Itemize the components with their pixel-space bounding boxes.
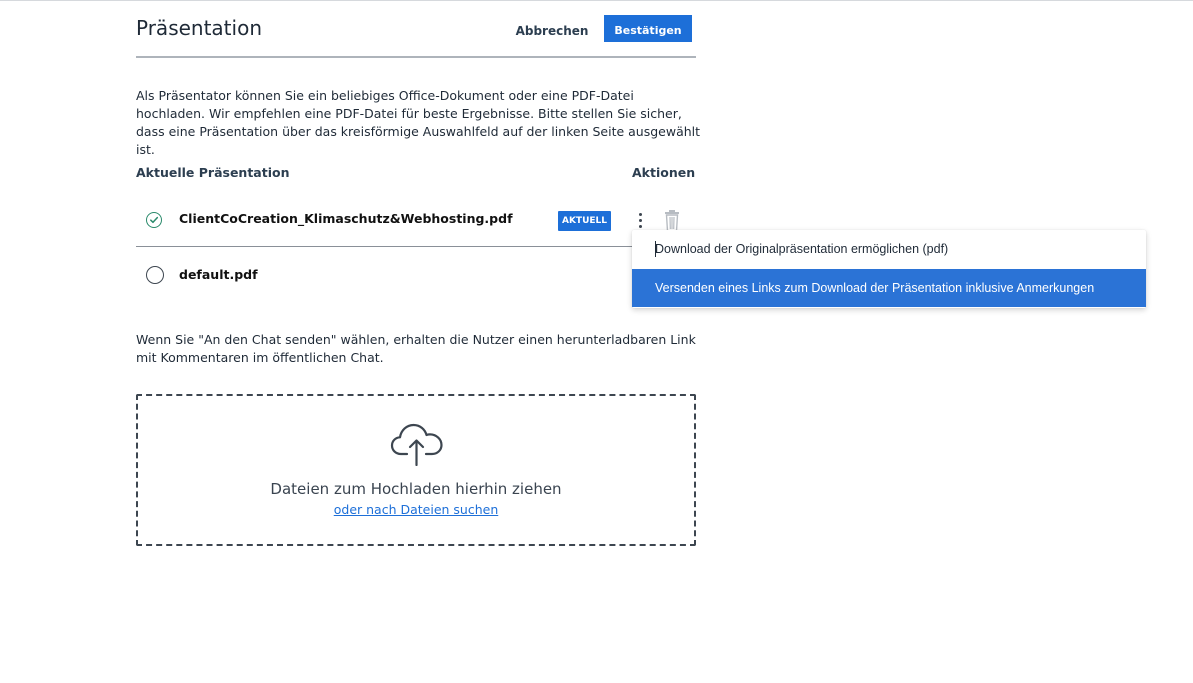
intro-text: Als Präsentator können Sie ein beliebige…	[136, 88, 701, 157]
browse-files-link[interactable]: oder nach Dateien suchen	[334, 502, 499, 517]
upload-cloud-icon	[390, 422, 444, 467]
text-caret	[655, 241, 656, 257]
kebab-menu-icon[interactable]	[634, 212, 648, 230]
chat-note-text: Wenn Sie "An den Chat senden" wählen, er…	[136, 332, 696, 365]
dropzone-title: Dateien zum Hochladen hierhin ziehen	[270, 480, 562, 498]
menu-item-allow-download[interactable]: Download der Originalpräsentation ermögl…	[632, 230, 1146, 268]
top-border	[0, 0, 1193, 1]
column-header-actions: Aktionen	[632, 165, 696, 180]
page-title: Präsentation	[136, 16, 262, 40]
menu-item-send-link[interactable]: Versenden eines Links zum Download der P…	[632, 269, 1146, 307]
upload-dropzone[interactable]: Dateien zum Hochladen hierhin ziehen ode…	[136, 394, 696, 546]
table-row: default.pdf	[136, 248, 696, 300]
file-name: ClientCoCreation_Klimaschutz&Webhosting.…	[179, 211, 513, 226]
cancel-button[interactable]: Abbrechen	[514, 20, 590, 42]
actions-dropdown-menu: Download der Originalpräsentation ermögl…	[632, 230, 1146, 308]
table-row: ClientCoCreation_Klimaschutz&Webhosting.…	[136, 194, 696, 247]
radio-button[interactable]	[146, 266, 164, 284]
current-badge: AKTUELL	[558, 211, 611, 231]
column-header-current: Aktuelle Präsentation	[136, 165, 290, 180]
check-circle-icon[interactable]	[146, 212, 162, 228]
confirm-button[interactable]: Bestätigen	[604, 15, 692, 42]
trash-icon[interactable]	[662, 210, 682, 232]
header-divider	[136, 56, 696, 58]
file-name: default.pdf	[179, 267, 258, 282]
